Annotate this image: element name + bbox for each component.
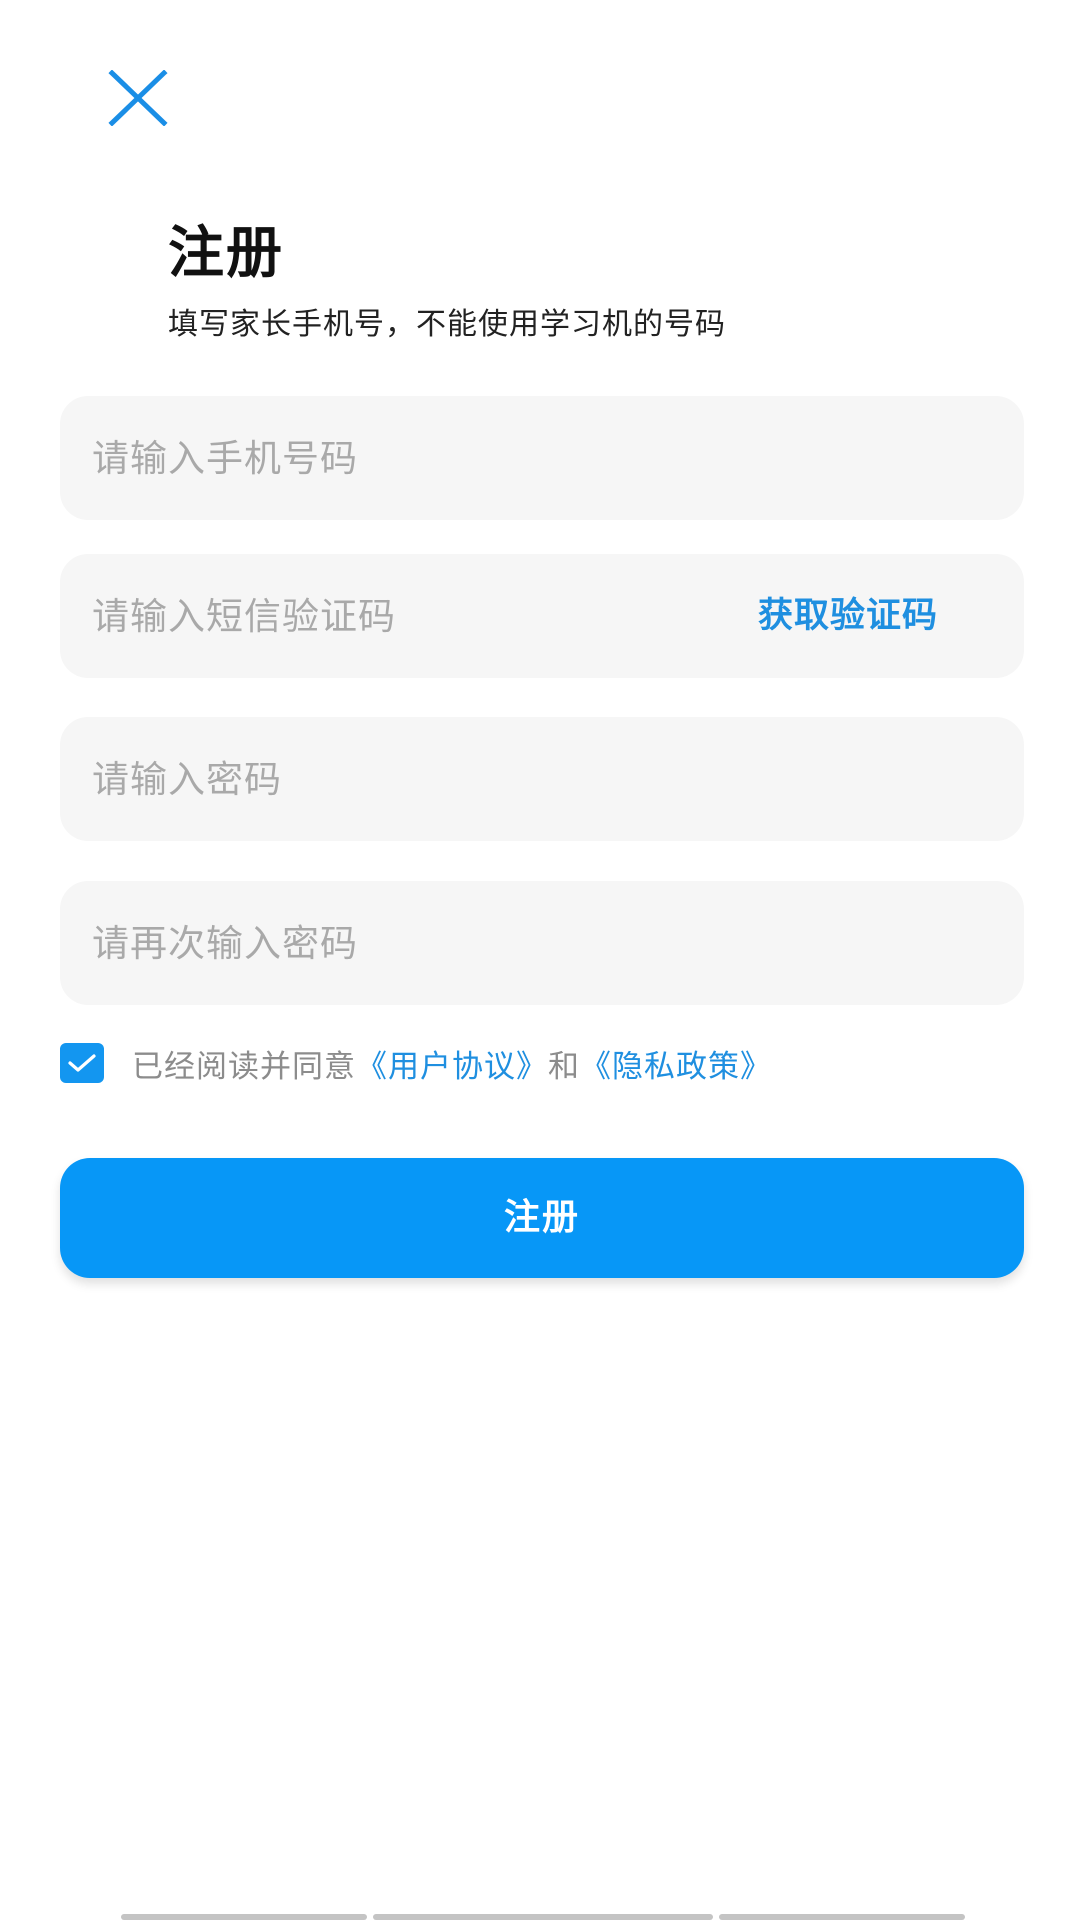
close-button[interactable] [108, 70, 168, 126]
confirm-password-field[interactable] [60, 881, 1024, 1005]
confirm-password-input[interactable] [92, 881, 972, 1005]
nav-bar-segment-right [719, 1914, 965, 1920]
register-page: 注册 填写家长手机号，不能使用学习机的号码 获取验证码 已经阅读并同意《用户协议… [0, 0, 1080, 1920]
page-title: 注册 [168, 221, 284, 286]
register-button[interactable]: 注册 [60, 1158, 1024, 1278]
privacy-policy-link[interactable]: 《隐私政策》 [580, 1049, 772, 1085]
user-agreement-link[interactable]: 《用户协议》 [356, 1049, 548, 1085]
nav-bar-segment-middle [373, 1914, 713, 1920]
agreement-row: 已经阅读并同意《用户协议》和《隐私政策》 [60, 1041, 772, 1086]
password-field[interactable] [60, 717, 1024, 841]
sms-code-field[interactable]: 获取验证码 [60, 554, 1024, 678]
phone-input[interactable] [92, 396, 972, 520]
phone-field[interactable] [60, 396, 1024, 520]
close-icon [108, 70, 168, 126]
agreement-joiner: 和 [548, 1048, 580, 1085]
agreement-text: 已经阅读并同意《用户协议》和《隐私政策》 [132, 1041, 772, 1086]
agreement-checkbox[interactable] [60, 1043, 104, 1083]
agreement-prefix: 已经阅读并同意 [132, 1048, 356, 1085]
get-code-button[interactable]: 获取验证码 [758, 554, 938, 678]
password-input[interactable] [92, 717, 972, 841]
nav-bar-segment-left [121, 1914, 367, 1920]
page-subtitle: 填写家长手机号，不能使用学习机的号码 [168, 307, 726, 342]
sms-code-input[interactable] [92, 554, 732, 678]
check-icon [68, 1054, 96, 1072]
